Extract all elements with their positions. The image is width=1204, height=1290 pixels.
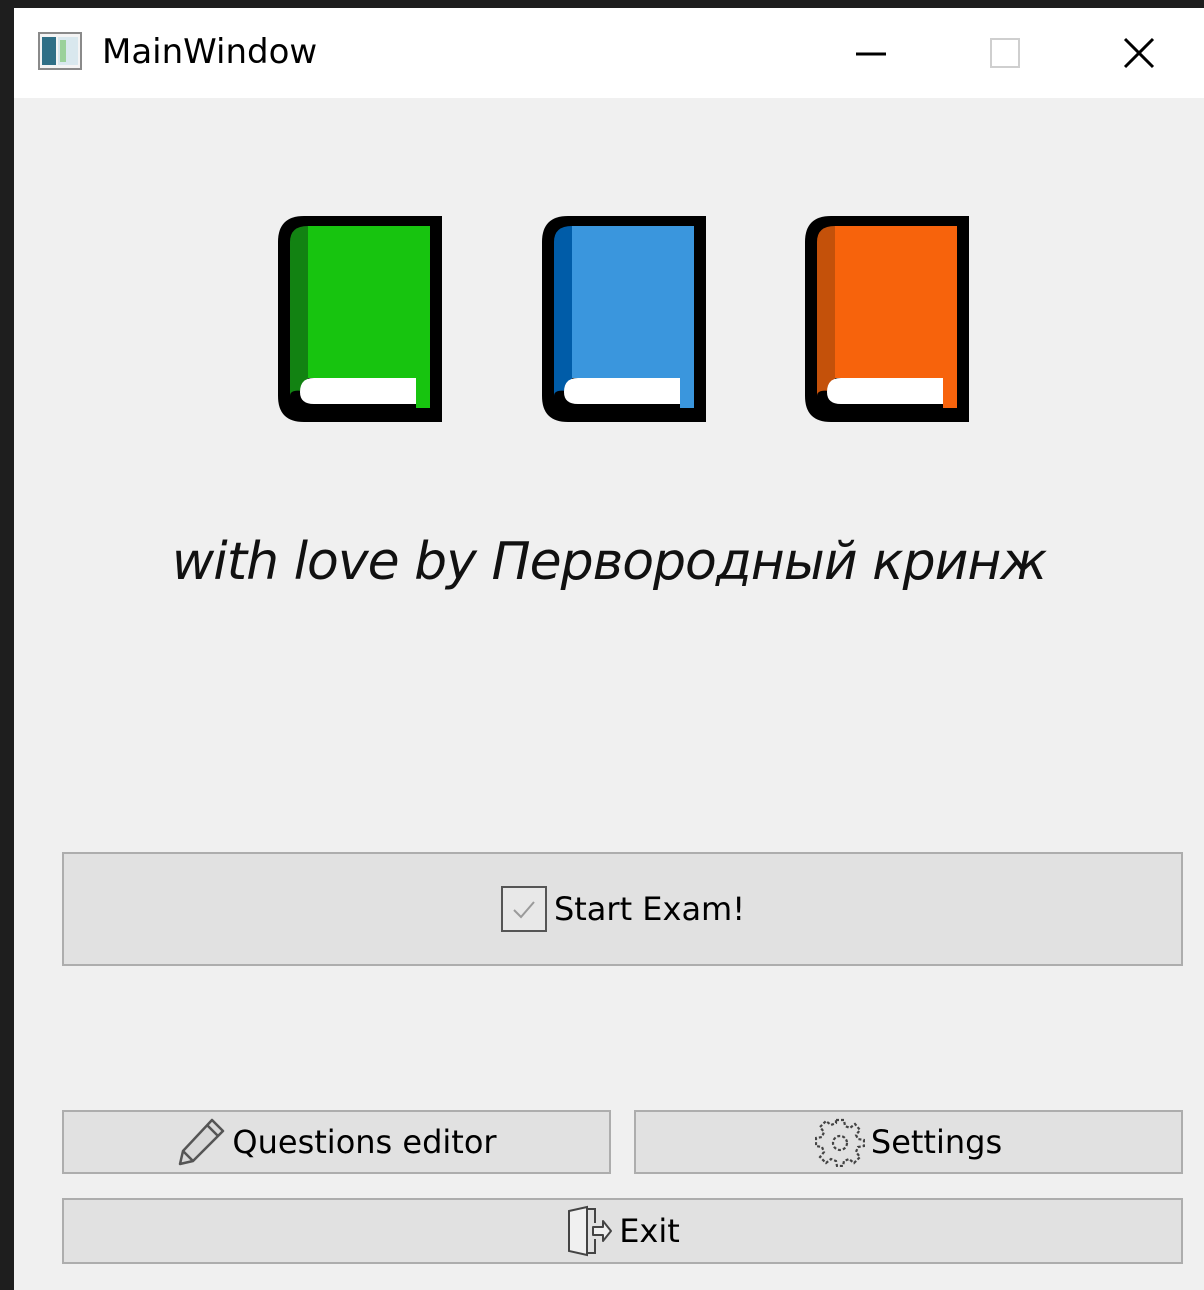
start-exam-label: Start Exam! [553, 890, 746, 928]
close-button[interactable] [1074, 8, 1204, 98]
gear-icon [814, 1117, 865, 1167]
exit-button[interactable]: Exit [62, 1198, 1183, 1264]
maximize-icon [990, 38, 1020, 68]
settings-button[interactable]: Settings [634, 1110, 1183, 1174]
blue-book-icon [542, 216, 706, 422]
window-title: MainWindow [102, 32, 318, 72]
app-icon [38, 32, 82, 70]
green-book-icon [278, 216, 442, 422]
door-exit-icon [565, 1205, 613, 1257]
questions-editor-label: Questions editor [232, 1123, 497, 1161]
settings-label: Settings [870, 1123, 1003, 1161]
screen-frame: MainWindow with love by Первородный крин… [0, 0, 1204, 1290]
orange-book-icon [805, 216, 969, 422]
main-window: MainWindow with love by Первородный крин… [14, 8, 1204, 1290]
title-bar[interactable]: MainWindow [14, 8, 1204, 98]
maximize-button[interactable] [940, 8, 1070, 98]
credit-text: with love by Первородный кринж [171, 532, 1048, 592]
start-exam-button[interactable]: Start Exam! [62, 852, 1183, 966]
pencil-icon [176, 1117, 226, 1167]
minimize-icon [856, 52, 886, 56]
questions-editor-button[interactable]: Questions editor [62, 1110, 611, 1174]
exit-label: Exit [619, 1212, 680, 1250]
checkbox-icon [500, 885, 548, 933]
minimize-button[interactable] [806, 8, 936, 98]
books-banner [274, 212, 974, 426]
close-icon [1123, 37, 1155, 69]
